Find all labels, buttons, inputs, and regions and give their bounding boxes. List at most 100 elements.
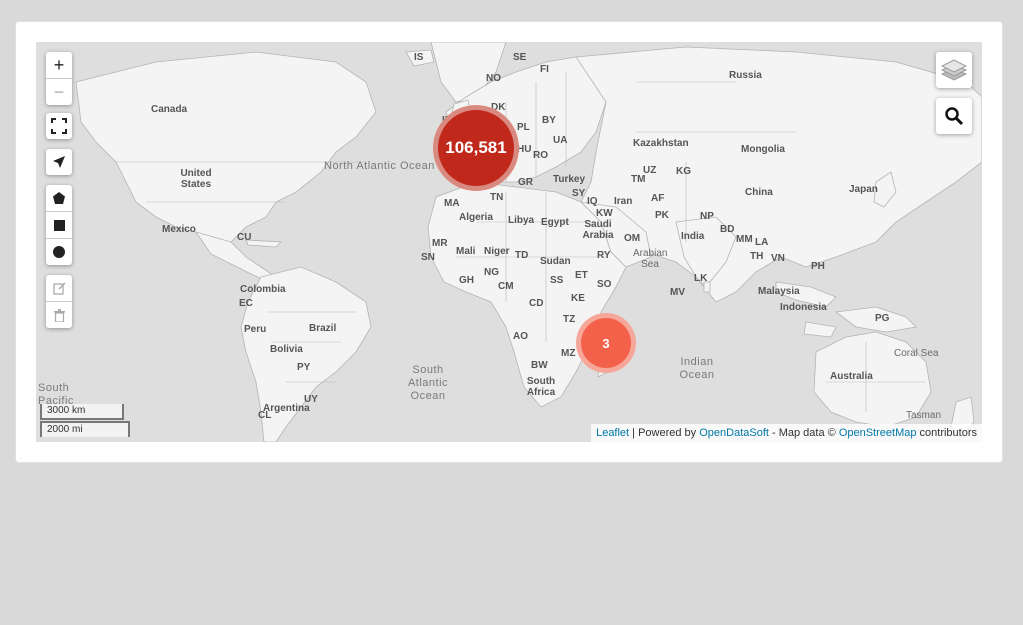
zoom-out-icon: − xyxy=(53,81,65,102)
scale-km: 3000 km xyxy=(40,404,124,420)
scale-mi: 2000 mi xyxy=(40,421,130,437)
country-label: OM xyxy=(624,233,641,244)
country-label: IQ xyxy=(587,196,598,207)
layers-control xyxy=(936,52,972,88)
locate-control xyxy=(46,149,72,175)
country-label: Indonesia xyxy=(780,302,827,313)
country-label: Niger xyxy=(484,246,510,257)
country-label: United States xyxy=(180,168,212,190)
edit-layers-button[interactable] xyxy=(46,275,72,302)
zoom-out-button[interactable]: − xyxy=(46,79,72,105)
sea-label-arabian: Arabian Sea xyxy=(633,248,668,270)
circle-icon xyxy=(53,246,65,258)
cluster-count: 3 xyxy=(602,335,610,351)
country-label: NP xyxy=(700,211,714,222)
country-label: TH xyxy=(750,251,764,262)
country-label: Algeria xyxy=(459,212,493,223)
rectangle-icon xyxy=(53,219,65,231)
country-label: IS xyxy=(414,52,424,63)
ocean-label-north-atlantic: North Atlantic Ocean xyxy=(324,160,435,172)
country-label: RO xyxy=(533,150,548,161)
country-label: UA xyxy=(553,135,568,146)
country-label: SE xyxy=(513,52,527,63)
cluster-count: 106,581 xyxy=(445,138,507,157)
country-label: NO xyxy=(486,73,501,84)
country-label: CD xyxy=(529,298,544,309)
country-label: GH xyxy=(459,275,474,286)
zoom-control: + − xyxy=(46,52,72,105)
locate-button[interactable] xyxy=(46,149,72,175)
draw-circle-button[interactable] xyxy=(46,239,72,265)
country-label: Peru xyxy=(244,324,267,335)
country-label: Sudan xyxy=(540,256,571,267)
marker-cluster-europe[interactable]: 106,581 xyxy=(438,110,514,186)
layers-button[interactable] xyxy=(936,52,972,88)
country-label: Malaysia xyxy=(758,286,800,297)
country-label: Saudi Arabia xyxy=(582,219,614,241)
country-label: AF xyxy=(651,193,665,204)
attribution-mapdata-text: - Map data © xyxy=(768,427,839,439)
ocean-label-indian: Indian Ocean xyxy=(679,356,715,381)
attribution-powered-text: | Powered by xyxy=(629,427,700,439)
country-label: GR xyxy=(518,177,533,188)
delete-layers-button[interactable] xyxy=(46,302,72,328)
country-label: Bolivia xyxy=(270,344,303,355)
map-viewport[interactable]: IS NO SE FI Russia Canada DK IE PL BY UA Kazakhstan… xyxy=(36,42,982,442)
country-label: Egypt xyxy=(541,217,569,228)
draw-rectangle-button[interactable] xyxy=(46,212,72,239)
opendatasoft-link[interactable]: OpenDataSoft xyxy=(699,427,769,439)
country-label: BW xyxy=(531,360,548,371)
country-label: Australia xyxy=(830,371,873,382)
search-button[interactable] xyxy=(936,98,972,134)
country-label: Iran xyxy=(614,196,633,207)
country-label: CM xyxy=(498,281,514,292)
ocean-label-south-atlantic: South Atlantic Ocean xyxy=(407,364,449,402)
country-label: BD xyxy=(720,224,735,235)
country-label: Libya xyxy=(508,215,535,226)
country-label: MA xyxy=(444,198,460,209)
country-label: PH xyxy=(811,261,825,272)
country-label: KE xyxy=(571,293,585,304)
country-label: EC xyxy=(239,298,253,309)
country-label: Colombia xyxy=(240,284,286,295)
zoom-in-icon: + xyxy=(53,54,65,75)
leaflet-link[interactable]: Leaflet xyxy=(596,427,629,439)
country-label: MZ xyxy=(561,348,576,359)
country-label: PL xyxy=(517,122,530,133)
fullscreen-button[interactable] xyxy=(46,113,72,139)
layers-icon xyxy=(941,59,967,81)
attribution-contributors-text: contributors xyxy=(916,427,977,439)
country-label: MV xyxy=(670,287,685,298)
country-label: SY xyxy=(572,188,586,199)
country-label: AO xyxy=(513,331,528,342)
country-label: KG xyxy=(676,166,691,177)
sea-label-coral: Coral Sea xyxy=(894,348,939,359)
country-label: China xyxy=(745,187,773,198)
draw-toolbar xyxy=(46,185,72,265)
country-label: Brazil xyxy=(309,323,337,334)
country-label: Mali xyxy=(456,246,476,257)
country-label: CU xyxy=(237,232,252,243)
zoom-in-button[interactable]: + xyxy=(46,52,72,79)
fullscreen-control xyxy=(46,113,72,139)
attribution: Leaflet | Powered by OpenDataSoft - Map … xyxy=(591,424,982,442)
country-label: PK xyxy=(655,210,669,221)
country-label: RY xyxy=(597,250,611,261)
country-label: Japan xyxy=(849,184,878,195)
country-label: MM xyxy=(736,234,753,245)
country-label: SO xyxy=(597,279,612,290)
marker-cluster-indian-ocean[interactable]: 3 xyxy=(581,318,631,368)
search-control xyxy=(936,98,972,134)
sea-label-tasman: Tasman xyxy=(906,410,942,421)
country-label: CL xyxy=(258,410,272,421)
edit-icon xyxy=(52,281,66,295)
country-label: TZ xyxy=(563,314,576,325)
draw-polygon-button[interactable] xyxy=(46,185,72,212)
country-label: Mexico xyxy=(162,224,196,235)
openstreetmap-link[interactable]: OpenStreetMap xyxy=(839,427,917,439)
country-label: HU xyxy=(517,144,532,155)
country-label: TD xyxy=(515,250,529,261)
country-label: Russia xyxy=(729,70,762,81)
country-label: TM xyxy=(631,174,646,185)
country-label: FI xyxy=(540,64,549,75)
